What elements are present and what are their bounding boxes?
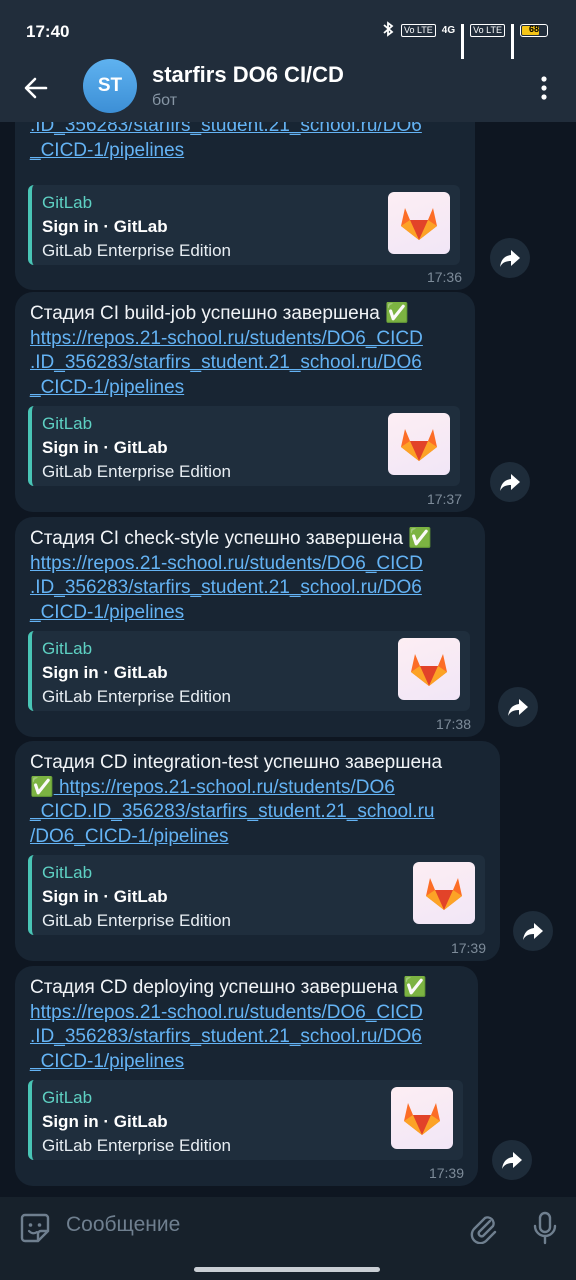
link-line[interactable]: _CICD-1/pipelines bbox=[30, 376, 461, 401]
preview-title: Sign in · GitLab bbox=[42, 663, 168, 682]
preview-site: GitLab bbox=[42, 863, 93, 882]
link-line[interactable]: .ID_356283/starfirs_student.21_school.ru… bbox=[30, 351, 461, 376]
preview-site: GitLab bbox=[42, 639, 93, 658]
link-line[interactable]: _CICD.ID_356283/starfirs_student.21_scho… bbox=[30, 800, 486, 825]
message-text: Стадия CD deploying успешно завершена ✅ bbox=[30, 977, 427, 998]
volte-badge-2: Vo LTE bbox=[470, 24, 505, 37]
message-bubble[interactable]: .ID_356283/starfirs_student.21_school.ru… bbox=[15, 122, 475, 290]
link-line[interactable]: https://repos.21-school.ru/students/DO6_… bbox=[30, 1001, 464, 1026]
message-list[interactable]: .ID_356283/starfirs_student.21_school.ru… bbox=[0, 122, 576, 1197]
message-bubble[interactable]: Стадия CD deploying успешно завершена ✅ … bbox=[15, 966, 478, 1186]
link-line[interactable]: _CICD-1/pipelines bbox=[30, 1050, 464, 1075]
link-preview[interactable]: GitLab Sign in · GitLab GitLab Enterpris… bbox=[28, 1080, 463, 1160]
message-link[interactable]: .ID_356283/starfirs_student.21_school.ru… bbox=[30, 122, 422, 163]
link-line[interactable]: .ID_356283/starfirs_student.21_school.ru… bbox=[30, 576, 471, 601]
message-link[interactable]: https://repos.21-school.ru/students/DO6_… bbox=[30, 327, 461, 401]
share-arrow-icon[interactable] bbox=[492, 1140, 532, 1180]
link-preview[interactable]: GitLab Sign in · GitLab GitLab Enterpris… bbox=[28, 185, 460, 265]
link-preview[interactable]: GitLab Sign in · GitLab GitLab Enterpris… bbox=[28, 631, 470, 711]
preview-title: Sign in · GitLab bbox=[42, 887, 168, 906]
preview-title: Sign in · GitLab bbox=[42, 438, 168, 457]
more-vertical-icon[interactable] bbox=[532, 74, 556, 102]
chat-title[interactable]: starfirs DO6 CI/CD bbox=[152, 62, 344, 88]
message-link[interactable]: ✅ https://repos.21-school.ru/students/DO… bbox=[30, 776, 486, 850]
network-type-label: 4G bbox=[441, 25, 456, 36]
link-line[interactable]: _CICD-1/pipelines bbox=[30, 139, 422, 164]
message-bubble[interactable]: Стадия CI check-style успешно завершена … bbox=[15, 517, 485, 737]
link-line[interactable]: https://repos.21-school.ru/students/DO6_… bbox=[30, 552, 471, 577]
arrow-left-icon[interactable] bbox=[22, 74, 50, 102]
link-line-text[interactable]: https://repos.21-school.ru/students/DO6 bbox=[59, 777, 395, 798]
gesture-navigation-bar[interactable] bbox=[194, 1267, 380, 1272]
message-time: 17:39 bbox=[428, 1165, 464, 1181]
status-bar: 17:40 Vo LTE 4G Vo LTE 68 bbox=[0, 0, 576, 62]
bluetooth-icon bbox=[381, 21, 395, 40]
gitlab-logo-icon bbox=[388, 413, 450, 475]
microphone-icon[interactable] bbox=[532, 1211, 558, 1245]
preview-title: Sign in · GitLab bbox=[42, 1112, 168, 1131]
message-link[interactable]: https://repos.21-school.ru/students/DO6_… bbox=[30, 552, 471, 626]
signal-strength-icon bbox=[461, 23, 465, 59]
status-time: 17:40 bbox=[26, 22, 70, 41]
message-bubble[interactable]: Стадия CI build-job успешно завершена ✅ … bbox=[15, 292, 475, 512]
gitlab-logo-icon bbox=[391, 1087, 453, 1149]
battery-level: 68 bbox=[528, 24, 539, 34]
preview-title: Sign in · GitLab bbox=[42, 217, 168, 236]
chat-subtitle: бот bbox=[152, 92, 178, 109]
message-text: Стадия CI check-style успешно завершена … bbox=[30, 528, 432, 549]
gitlab-logo-icon bbox=[398, 638, 460, 700]
link-line[interactable]: /DO6_CICD-1/pipelines bbox=[30, 825, 486, 850]
preview-site: GitLab bbox=[42, 193, 93, 212]
share-arrow-icon[interactable] bbox=[513, 911, 553, 951]
link-line[interactable]: .ID_356283/starfirs_student.21_school.ru… bbox=[30, 1025, 464, 1050]
link-preview[interactable]: GitLab Sign in · GitLab GitLab Enterpris… bbox=[28, 855, 485, 935]
share-arrow-icon[interactable] bbox=[490, 462, 530, 502]
message-time: 17:36 bbox=[426, 269, 462, 285]
message-time: 17:39 bbox=[450, 940, 486, 956]
message-text: Стадия CD integration-test успешно завер… bbox=[30, 752, 443, 773]
link-preview[interactable]: GitLab Sign in · GitLab GitLab Enterpris… bbox=[28, 406, 460, 486]
message-link[interactable]: https://repos.21-school.ru/students/DO6_… bbox=[30, 1001, 464, 1075]
message-text-emoji: ✅ bbox=[30, 776, 54, 798]
message-input[interactable]: Сообщение bbox=[66, 1213, 180, 1237]
message-time: 17:38 bbox=[435, 716, 471, 732]
share-arrow-icon[interactable] bbox=[490, 238, 530, 278]
link-line[interactable]: ✅ https://repos.21-school.ru/students/DO… bbox=[30, 776, 486, 801]
gitlab-logo-icon bbox=[413, 862, 475, 924]
message-text: Стадия CI build-job успешно завершена ✅ bbox=[30, 303, 409, 324]
gitlab-logo-icon bbox=[388, 192, 450, 254]
link-line[interactable]: _CICD-1/pipelines bbox=[30, 601, 471, 626]
signal-strength-icon-2 bbox=[511, 23, 514, 59]
preview-site: GitLab bbox=[42, 414, 93, 433]
preview-site: GitLab bbox=[42, 1088, 93, 1107]
paperclip-icon[interactable] bbox=[468, 1212, 498, 1245]
link-line[interactable]: https://repos.21-school.ru/students/DO6_… bbox=[30, 327, 461, 352]
preview-description: GitLab Enterprise Edition bbox=[42, 911, 231, 930]
message-time: 17:37 bbox=[426, 491, 462, 507]
volte-badge: Vo LTE bbox=[400, 24, 436, 37]
sticker-smile-icon[interactable] bbox=[19, 1212, 51, 1244]
chat-header: ST starfirs DO6 CI/CD бот bbox=[0, 59, 576, 122]
preview-description: GitLab Enterprise Edition bbox=[42, 462, 231, 481]
message-bubble[interactable]: Стадия CD integration-test успешно завер… bbox=[15, 741, 500, 961]
status-icons: Vo LTE 4G Vo LTE 68 bbox=[381, 21, 548, 59]
preview-description: GitLab Enterprise Edition bbox=[42, 687, 231, 706]
preview-description: GitLab Enterprise Edition bbox=[42, 241, 231, 260]
share-arrow-icon[interactable] bbox=[498, 687, 538, 727]
link-line[interactable]: .ID_356283/starfirs_student.21_school.ru… bbox=[30, 122, 422, 139]
preview-description: GitLab Enterprise Edition bbox=[42, 1136, 231, 1155]
avatar[interactable]: ST bbox=[83, 59, 137, 113]
battery-icon: 68 bbox=[520, 24, 548, 37]
